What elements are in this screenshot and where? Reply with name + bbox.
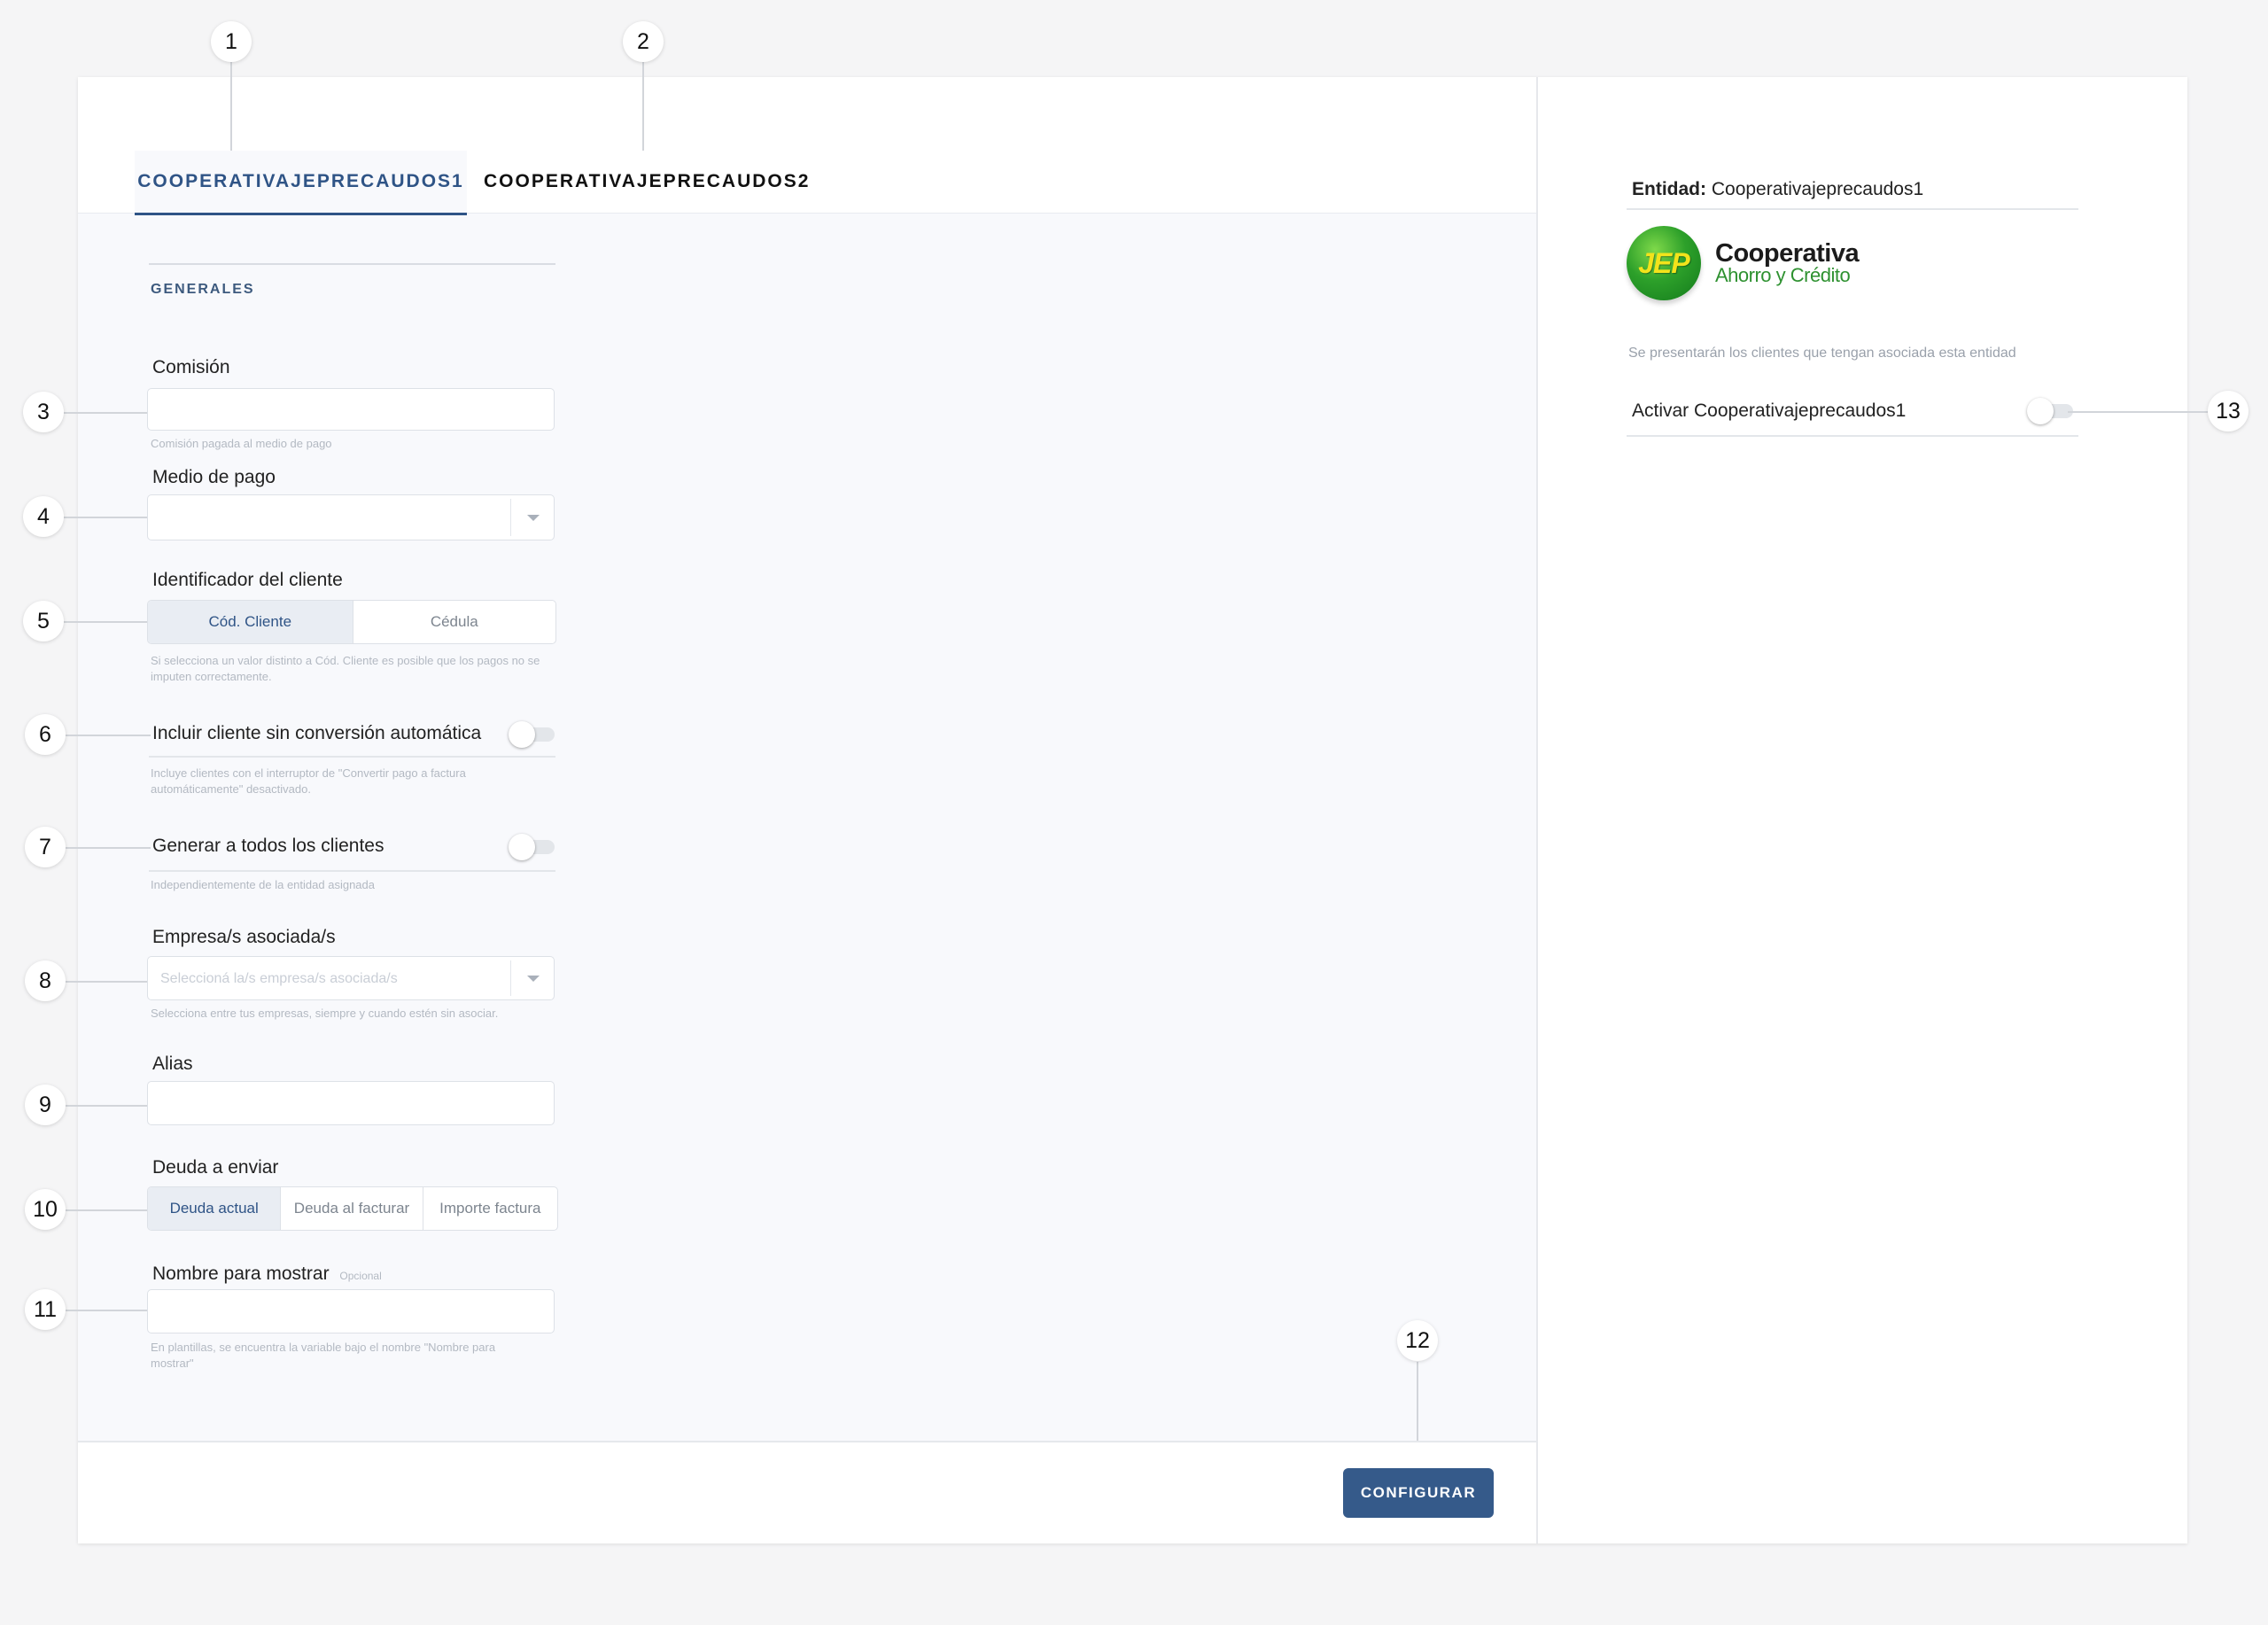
toggle-knob <box>2027 398 2054 424</box>
entidad-help: Se presentarán los clientes que tengan a… <box>1628 346 2016 361</box>
callout-6: 6 <box>25 714 66 755</box>
toggle-knob <box>509 721 535 748</box>
tab-cooperativajeprecaudos1[interactable]: COOPERATIVAJEPRECAUDOS1 <box>135 151 467 215</box>
chevron-down-icon[interactable] <box>527 976 540 982</box>
callout-12: 12 <box>1397 1320 1438 1361</box>
entidad-underline <box>1627 208 2078 210</box>
callout-leader <box>2068 411 2215 413</box>
row-divider <box>149 870 555 872</box>
comision-label: Comisión <box>152 357 230 377</box>
comision-help: Comisión pagada al medio de pago <box>151 437 332 450</box>
row-divider <box>149 756 555 758</box>
empresas-placeholder: Seleccioná la/s empresa/s asociada/s <box>160 971 398 986</box>
generar-todos-label: Generar a todos los clientes <box>152 836 384 856</box>
section-title: GENERALES <box>151 282 255 297</box>
callout-10: 10 <box>25 1189 66 1230</box>
empresas-help: Selecciona entre tus empresas, siempre y… <box>151 1007 499 1020</box>
callout-leader <box>64 517 147 518</box>
toggle-knob <box>509 834 535 860</box>
jep-logo: JEP <box>1627 226 1701 300</box>
identificador-segmented: Cód. Cliente Cédula <box>147 600 556 644</box>
configurar-button[interactable]: CONFIGURAR <box>1343 1468 1494 1518</box>
alias-label: Alias <box>152 1054 193 1074</box>
empresas-label: Empresa/s asociada/s <box>152 927 336 947</box>
footer-divider <box>78 1441 1536 1442</box>
panel-divider <box>1536 77 1538 1543</box>
nombre-mostrar-label: Nombre para mostrar Opcional <box>152 1263 382 1285</box>
callout-3: 3 <box>23 392 64 432</box>
deuda-segmented: Deuda actual Deuda al facturar Importe f… <box>147 1186 558 1231</box>
comision-input[interactable] <box>147 388 555 431</box>
entidad-value: Cooperativajeprecaudos1 <box>1711 179 1924 199</box>
option-deuda-actual[interactable]: Deuda actual <box>148 1187 282 1230</box>
optional-tag: Opcional <box>339 1270 382 1282</box>
callout-leader <box>66 1310 147 1311</box>
identificador-help: Si selecciona un valor distinto a Cód. C… <box>151 654 540 683</box>
callout-leader <box>66 847 151 849</box>
entidad-label: Entidad: <box>1632 179 1706 199</box>
tab-cooperativajeprecaudos2[interactable]: COOPERATIVAJEPRECAUDOS2 <box>484 151 808 213</box>
incluir-cliente-help: Incluye clientes con el interruptor de "… <box>151 766 466 796</box>
option-cod-cliente[interactable]: Cód. Cliente <box>148 601 353 643</box>
callout-leader <box>66 981 147 983</box>
callout-11: 11 <box>25 1289 66 1330</box>
select-separator <box>510 499 511 536</box>
empresas-select[interactable]: Seleccioná la/s empresa/s asociada/s <box>147 956 555 1000</box>
activar-label: Activar Cooperativajeprecaudos1 <box>1632 400 1907 421</box>
callout-leader <box>66 1209 147 1211</box>
nombre-mostrar-input[interactable] <box>147 1289 555 1333</box>
option-cedula[interactable]: Cédula <box>353 601 556 643</box>
callout-leader <box>230 62 232 151</box>
generar-todos-help: Independientemente de la entidad asignad… <box>151 878 375 891</box>
entidad-line: Entidad: Cooperativajeprecaudos1 <box>1632 179 1923 200</box>
option-deuda-al-facturar[interactable]: Deuda al facturar <box>281 1187 423 1230</box>
callout-leader <box>66 735 151 736</box>
callout-7: 7 <box>25 827 66 867</box>
activar-underline <box>1627 435 2078 437</box>
medio-pago-label: Medio de pago <box>152 467 276 487</box>
incluir-cliente-label: Incluir cliente sin conversión automátic… <box>152 723 482 743</box>
callout-leader <box>64 621 147 623</box>
callout-4: 4 <box>23 496 64 537</box>
medio-pago-select[interactable] <box>147 494 555 540</box>
select-separator <box>510 960 511 996</box>
callout-2: 2 <box>623 21 664 62</box>
jep-logo-subtitle: Ahorro y Crédito <box>1715 264 1851 286</box>
callout-leader <box>1417 1362 1418 1441</box>
callout-9: 9 <box>25 1085 66 1125</box>
callout-13: 13 <box>2208 391 2249 432</box>
callout-8: 8 <box>25 960 66 1001</box>
callout-5: 5 <box>23 601 64 641</box>
option-importe-factura[interactable]: Importe factura <box>423 1187 557 1230</box>
callout-leader <box>66 1105 147 1107</box>
nombre-mostrar-help: En plantillas, se encuentra la variable … <box>151 1341 496 1370</box>
alias-input[interactable] <box>147 1081 555 1125</box>
nombre-mostrar-label-text: Nombre para mostrar <box>152 1263 330 1284</box>
deuda-label: Deuda a enviar <box>152 1157 279 1178</box>
section-divider <box>149 263 555 265</box>
identificador-label: Identificador del cliente <box>152 570 343 590</box>
callout-leader <box>64 412 147 414</box>
jep-logo-mark: JEP <box>1638 247 1689 279</box>
generar-todos-toggle[interactable] <box>509 834 556 860</box>
callout-1: 1 <box>211 21 252 62</box>
callout-leader <box>642 62 644 151</box>
incluir-cliente-toggle[interactable] <box>509 721 556 748</box>
chevron-down-icon[interactable] <box>527 515 540 521</box>
